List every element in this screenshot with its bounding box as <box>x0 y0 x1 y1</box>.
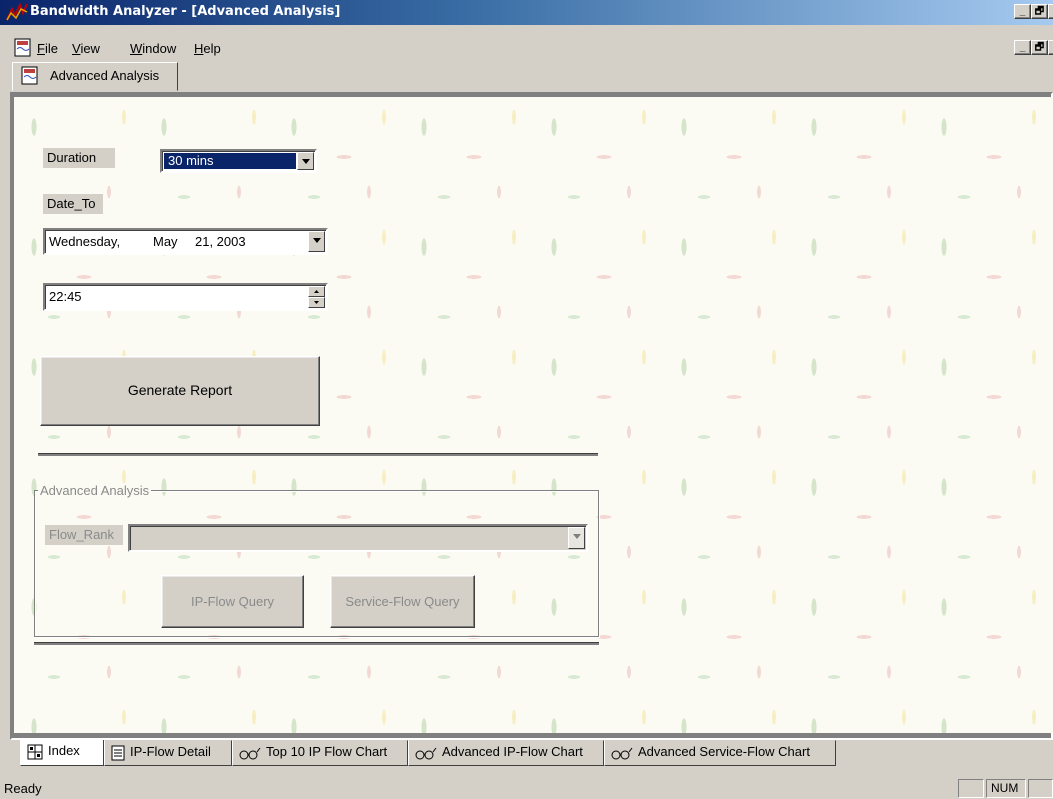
menu-help-label: elp <box>203 41 221 56</box>
tab-label: Advanced IP-Flow Chart <box>442 744 583 759</box>
doc-icon <box>21 66 38 85</box>
restore-icon: 🗗 <box>1034 42 1045 53</box>
menu-view-label: iew <box>80 41 100 56</box>
status-cell-scroll <box>1028 779 1053 798</box>
duration-select[interactable]: 30 mins <box>160 149 317 173</box>
menu-window[interactable]: Window <box>130 41 176 56</box>
spin-up-button[interactable] <box>308 286 325 297</box>
app-logo-icon <box>6 3 28 21</box>
glasses-icon <box>611 747 633 760</box>
glasses-icon <box>415 747 437 760</box>
menu-window-mnemonic: W <box>130 41 143 56</box>
chevron-down-icon[interactable] <box>297 152 314 170</box>
ip-flow-query-button[interactable]: IP-Flow Query <box>161 575 304 628</box>
date-day-year[interactable]: 21, 2003 <box>195 234 246 249</box>
arrow-up-icon <box>314 290 319 293</box>
calendar-dropdown-icon[interactable] <box>308 231 325 252</box>
date-picker[interactable]: Wednesday, May 21, 2003 <box>43 228 328 255</box>
tab-advanced-service-flow-chart[interactable]: Advanced Service-Flow Chart <box>604 740 836 766</box>
date-to-label: Date_To <box>43 194 103 214</box>
chevron-down-icon[interactable] <box>568 527 585 549</box>
tab-label: Index <box>48 743 80 758</box>
list-icon <box>111 745 125 761</box>
menu-bar: File View Window Help _ 🗗 x <box>0 38 1053 60</box>
grid-icon <box>27 744 43 760</box>
menu-help[interactable]: Help <box>194 41 221 56</box>
minimize-icon: _ <box>1019 6 1026 17</box>
window-title: Bandwidth Analyzer - [Advanced Analysis] <box>30 4 341 19</box>
mdi-restore-button[interactable]: 🗗 <box>1031 40 1048 55</box>
arrow-down-icon <box>314 301 319 304</box>
menu-file[interactable]: File <box>37 41 58 56</box>
tab-index[interactable]: Index <box>20 740 104 766</box>
tab-ip-flow-detail[interactable]: IP-Flow Detail <box>104 740 232 766</box>
tab-label: Advanced Service-Flow Chart <box>638 744 810 759</box>
separator <box>38 453 598 456</box>
date-month[interactable]: May <box>153 234 178 249</box>
mdi-close-button[interactable]: x <box>1048 40 1053 55</box>
menu-view[interactable]: View <box>72 41 100 56</box>
duration-value: 30 mins <box>163 152 297 170</box>
title-bar[interactable]: Bandwidth Analyzer - [Advanced Analysis]… <box>0 0 1053 25</box>
time-field[interactable]: 22:45 <box>43 283 328 311</box>
minimize-button[interactable]: _ <box>1014 4 1031 19</box>
close-button[interactable]: x <box>1048 4 1053 19</box>
date-weekday[interactable]: Wednesday, <box>49 234 120 249</box>
mdi-minimize-button[interactable]: _ <box>1014 40 1031 55</box>
generate-report-button[interactable]: Generate Report <box>40 356 320 426</box>
status-bar <box>0 776 1053 799</box>
restore-icon: 🗗 <box>1034 6 1045 17</box>
time-value[interactable]: 22:45 <box>49 289 82 304</box>
advanced-analysis-group-label: Advanced Analysis <box>38 483 152 498</box>
separator <box>34 642 599 645</box>
menu-help-mnemonic: H <box>194 41 204 56</box>
tab-label: IP-Flow Detail <box>130 744 211 759</box>
flow-rank-select[interactable] <box>128 524 588 552</box>
status-num: NUM <box>986 779 1026 798</box>
flow-rank-label: Flow_Rank <box>45 525 123 545</box>
spin-down-button[interactable] <box>308 297 325 308</box>
advanced-analysis-group <box>34 490 599 637</box>
duration-label: Duration <box>43 148 115 168</box>
minimize-icon: _ <box>1019 42 1026 53</box>
tab-label: Top 10 IP Flow Chart <box>266 744 388 759</box>
document-icon <box>14 38 31 57</box>
service-flow-query-button[interactable]: Service-Flow Query <box>330 575 475 628</box>
menu-window-label: indow <box>142 41 177 56</box>
status-text: Ready <box>4 781 42 796</box>
menu-file-mnemonic: F <box>37 41 45 56</box>
tab-label: Advanced Analysis <box>50 68 160 83</box>
restore-button[interactable]: 🗗 <box>1031 4 1048 19</box>
glasses-icon <box>239 747 261 760</box>
tab-top-10-ip-flow-chart[interactable]: Top 10 IP Flow Chart <box>232 740 408 766</box>
tab-advanced-analysis[interactable]: Advanced Analysis <box>12 62 178 91</box>
tab-advanced-ip-flow-chart[interactable]: Advanced IP-Flow Chart <box>408 740 604 766</box>
menu-file-label: ile <box>44 41 58 56</box>
status-cell-caps <box>958 779 984 798</box>
